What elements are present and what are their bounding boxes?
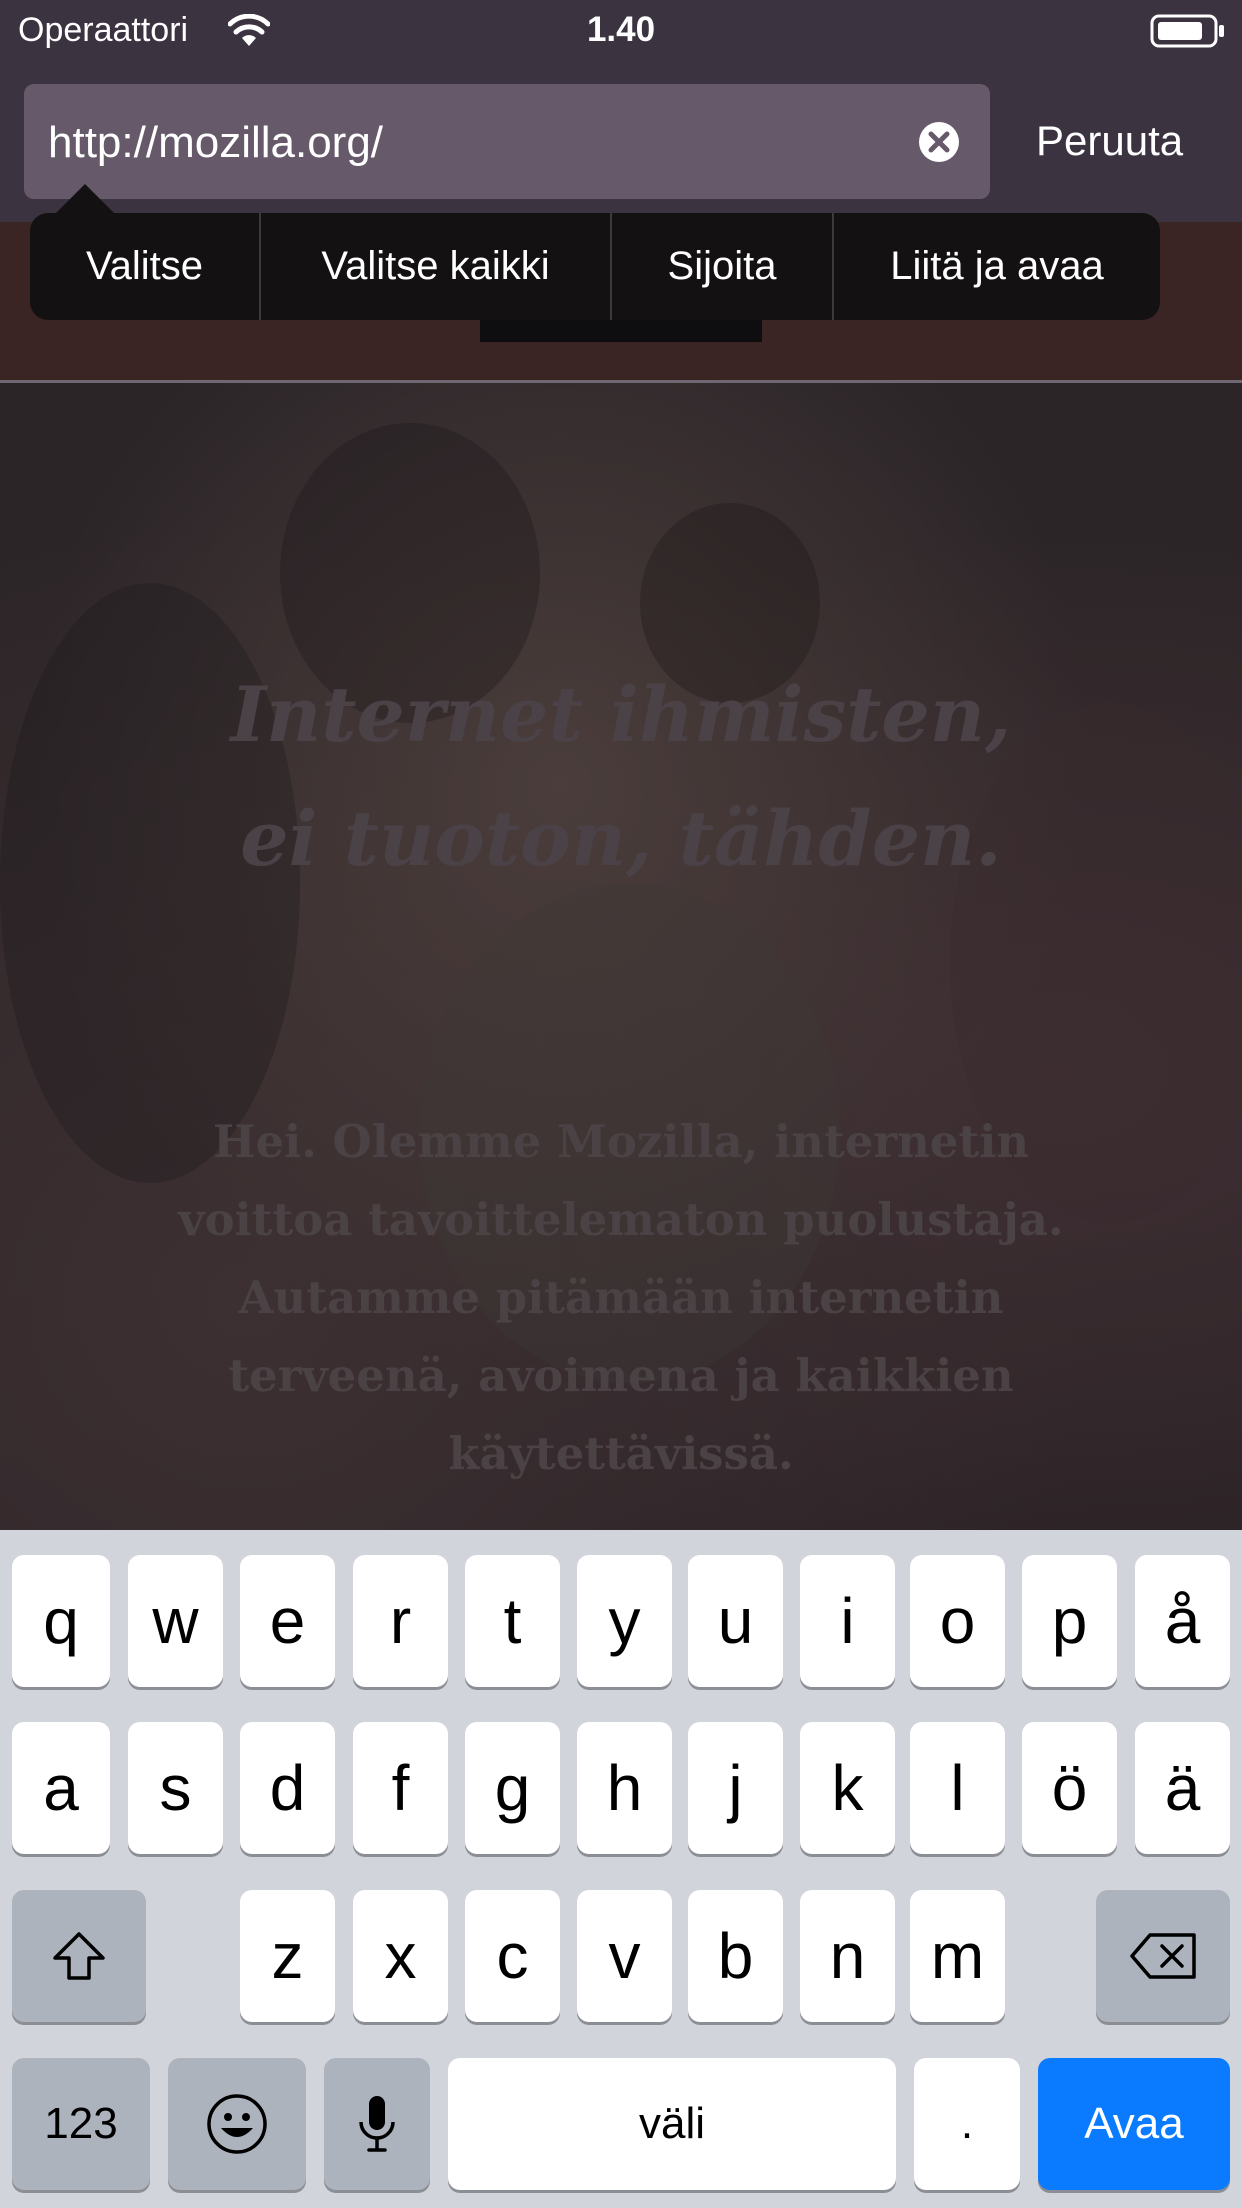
keyboard: q w e r t y u i o p å a s d f g h j k l … — [0, 1530, 1242, 2208]
key-v[interactable]: v — [577, 1890, 672, 2022]
hero-headline: Internet ihmisten, ei tuoton, tähden. — [0, 653, 1242, 901]
shift-icon — [53, 1932, 105, 1980]
key-g[interactable]: g — [465, 1722, 560, 1854]
edit-menu-pointer — [55, 184, 115, 214]
hero-headline-line: Internet ihmisten, — [230, 670, 1012, 759]
key-a-ring[interactable]: å — [1135, 1555, 1230, 1687]
key-e[interactable]: e — [240, 1555, 335, 1687]
go-key[interactable]: Avaa — [1038, 2058, 1230, 2190]
menu-item-select-all[interactable]: Valitse kaikki — [261, 213, 612, 320]
key-x[interactable]: x — [353, 1890, 448, 2022]
key-o[interactable]: o — [910, 1555, 1005, 1687]
key-j[interactable]: j — [688, 1722, 783, 1854]
key-p[interactable]: p — [1022, 1555, 1117, 1687]
key-o-umlaut[interactable]: ö — [1022, 1722, 1117, 1854]
url-input[interactable]: http://mozilla.org/ — [24, 84, 990, 199]
key-i[interactable]: i — [800, 1555, 895, 1687]
key-w[interactable]: w — [128, 1555, 223, 1687]
cancel-button[interactable]: Peruuta — [1036, 117, 1183, 165]
key-s[interactable]: s — [128, 1722, 223, 1854]
key-k[interactable]: k — [800, 1722, 895, 1854]
key-u[interactable]: u — [688, 1555, 783, 1687]
emoji-key[interactable] — [168, 2058, 306, 2190]
backspace-key[interactable] — [1096, 1890, 1230, 2022]
key-q[interactable]: q — [12, 1555, 110, 1687]
period-key[interactable]: . — [914, 2058, 1020, 2190]
menu-item-select[interactable]: Valitse — [30, 213, 261, 320]
key-d[interactable]: d — [240, 1722, 335, 1854]
key-l[interactable]: l — [910, 1722, 1005, 1854]
hero-headline-line: ei tuoton, tähden. — [240, 794, 1002, 883]
status-bar: Operaattori 1.40 — [0, 0, 1242, 62]
menu-item-paste-and-go[interactable]: Liitä ja avaa — [834, 213, 1160, 320]
shift-key[interactable] — [12, 1890, 146, 2022]
key-m[interactable]: m — [910, 1890, 1005, 2022]
status-time: 1.40 — [586, 10, 656, 49]
key-t[interactable]: t — [465, 1555, 560, 1687]
hero-intro: Hei. Olemme Mozilla, internetin voittoa … — [178, 1115, 1064, 1480]
emoji-icon — [207, 2094, 267, 2154]
menu-item-paste[interactable]: Sijoita — [612, 213, 834, 320]
key-r[interactable]: r — [353, 1555, 448, 1687]
key-b[interactable]: b — [688, 1890, 783, 2022]
battery-icon — [1150, 14, 1224, 48]
hero-section: Internet ihmisten, ei tuoton, tähden. He… — [0, 383, 1242, 1530]
key-a[interactable]: a — [12, 1722, 110, 1854]
clear-text-icon[interactable] — [918, 121, 960, 163]
numbers-key[interactable]: 123 — [12, 2058, 150, 2190]
microphone-icon — [359, 2096, 395, 2152]
key-z[interactable]: z — [240, 1890, 335, 2022]
key-c[interactable]: c — [465, 1890, 560, 2022]
key-y[interactable]: y — [577, 1555, 672, 1687]
backspace-icon — [1130, 1933, 1196, 1979]
key-f[interactable]: f — [353, 1722, 448, 1854]
key-a-umlaut[interactable]: ä — [1135, 1722, 1230, 1854]
key-h[interactable]: h — [577, 1722, 672, 1854]
url-bar: http://mozilla.org/ Peruuta — [0, 62, 1242, 222]
key-n[interactable]: n — [800, 1890, 895, 2022]
url-text[interactable]: http://mozilla.org/ — [48, 118, 383, 168]
microphone-key[interactable] — [324, 2058, 430, 2190]
space-key[interactable]: väli — [448, 2058, 896, 2190]
edit-menu: Valitse Valitse kaikki Sijoita Liitä ja … — [30, 213, 1160, 320]
